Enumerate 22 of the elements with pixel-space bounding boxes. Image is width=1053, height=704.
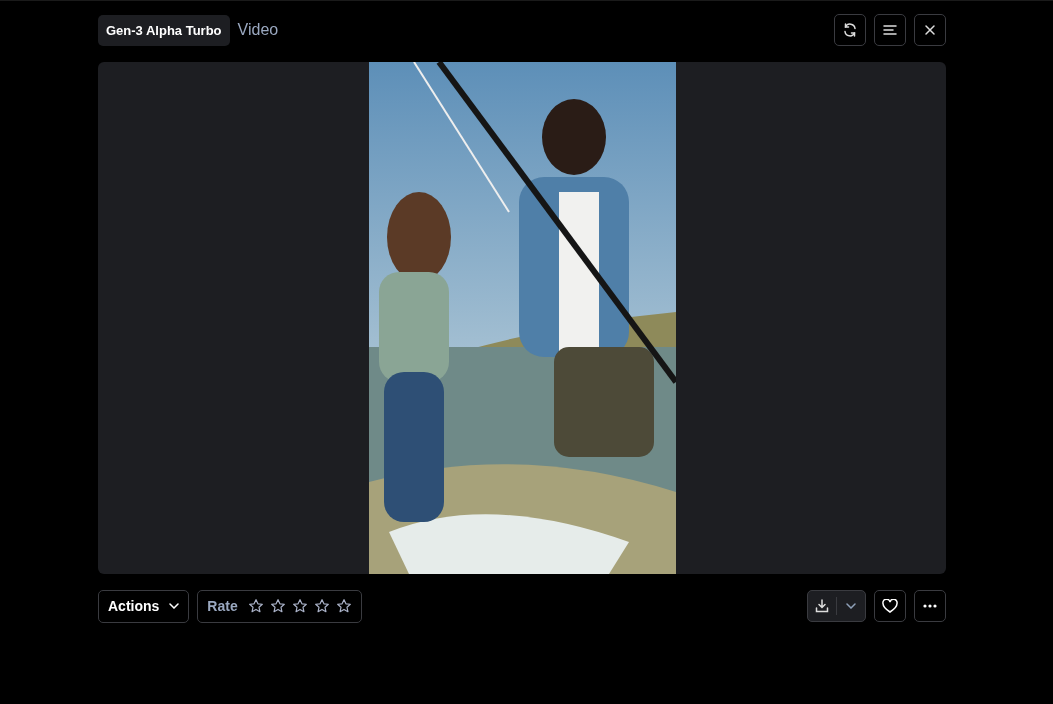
star-icon[interactable]: [269, 598, 286, 614]
more-icon: [923, 604, 937, 608]
menu-button[interactable]: [874, 14, 906, 46]
refresh-button[interactable]: [834, 14, 866, 46]
model-badge: Gen-3 Alpha Turbo: [98, 14, 230, 46]
chevron-down-icon: [846, 603, 856, 609]
media-type-label: Video: [237, 21, 279, 39]
close-icon: [924, 24, 936, 36]
close-button[interactable]: [914, 14, 946, 46]
chevron-down-icon: [169, 603, 180, 609]
download-icon: [815, 599, 829, 613]
refresh-icon: [842, 22, 858, 38]
star-icon[interactable]: [313, 598, 330, 614]
star-icon[interactable]: [291, 598, 308, 614]
menu-icon: [883, 24, 897, 36]
rate-label: Rate: [207, 598, 238, 614]
actions-dropdown[interactable]: Actions: [98, 589, 190, 623]
star-icon[interactable]: [247, 598, 264, 614]
star-icon[interactable]: [335, 598, 352, 614]
more-button[interactable]: [914, 590, 946, 622]
favorite-button[interactable]: [874, 590, 906, 622]
heart-icon: [882, 599, 898, 613]
